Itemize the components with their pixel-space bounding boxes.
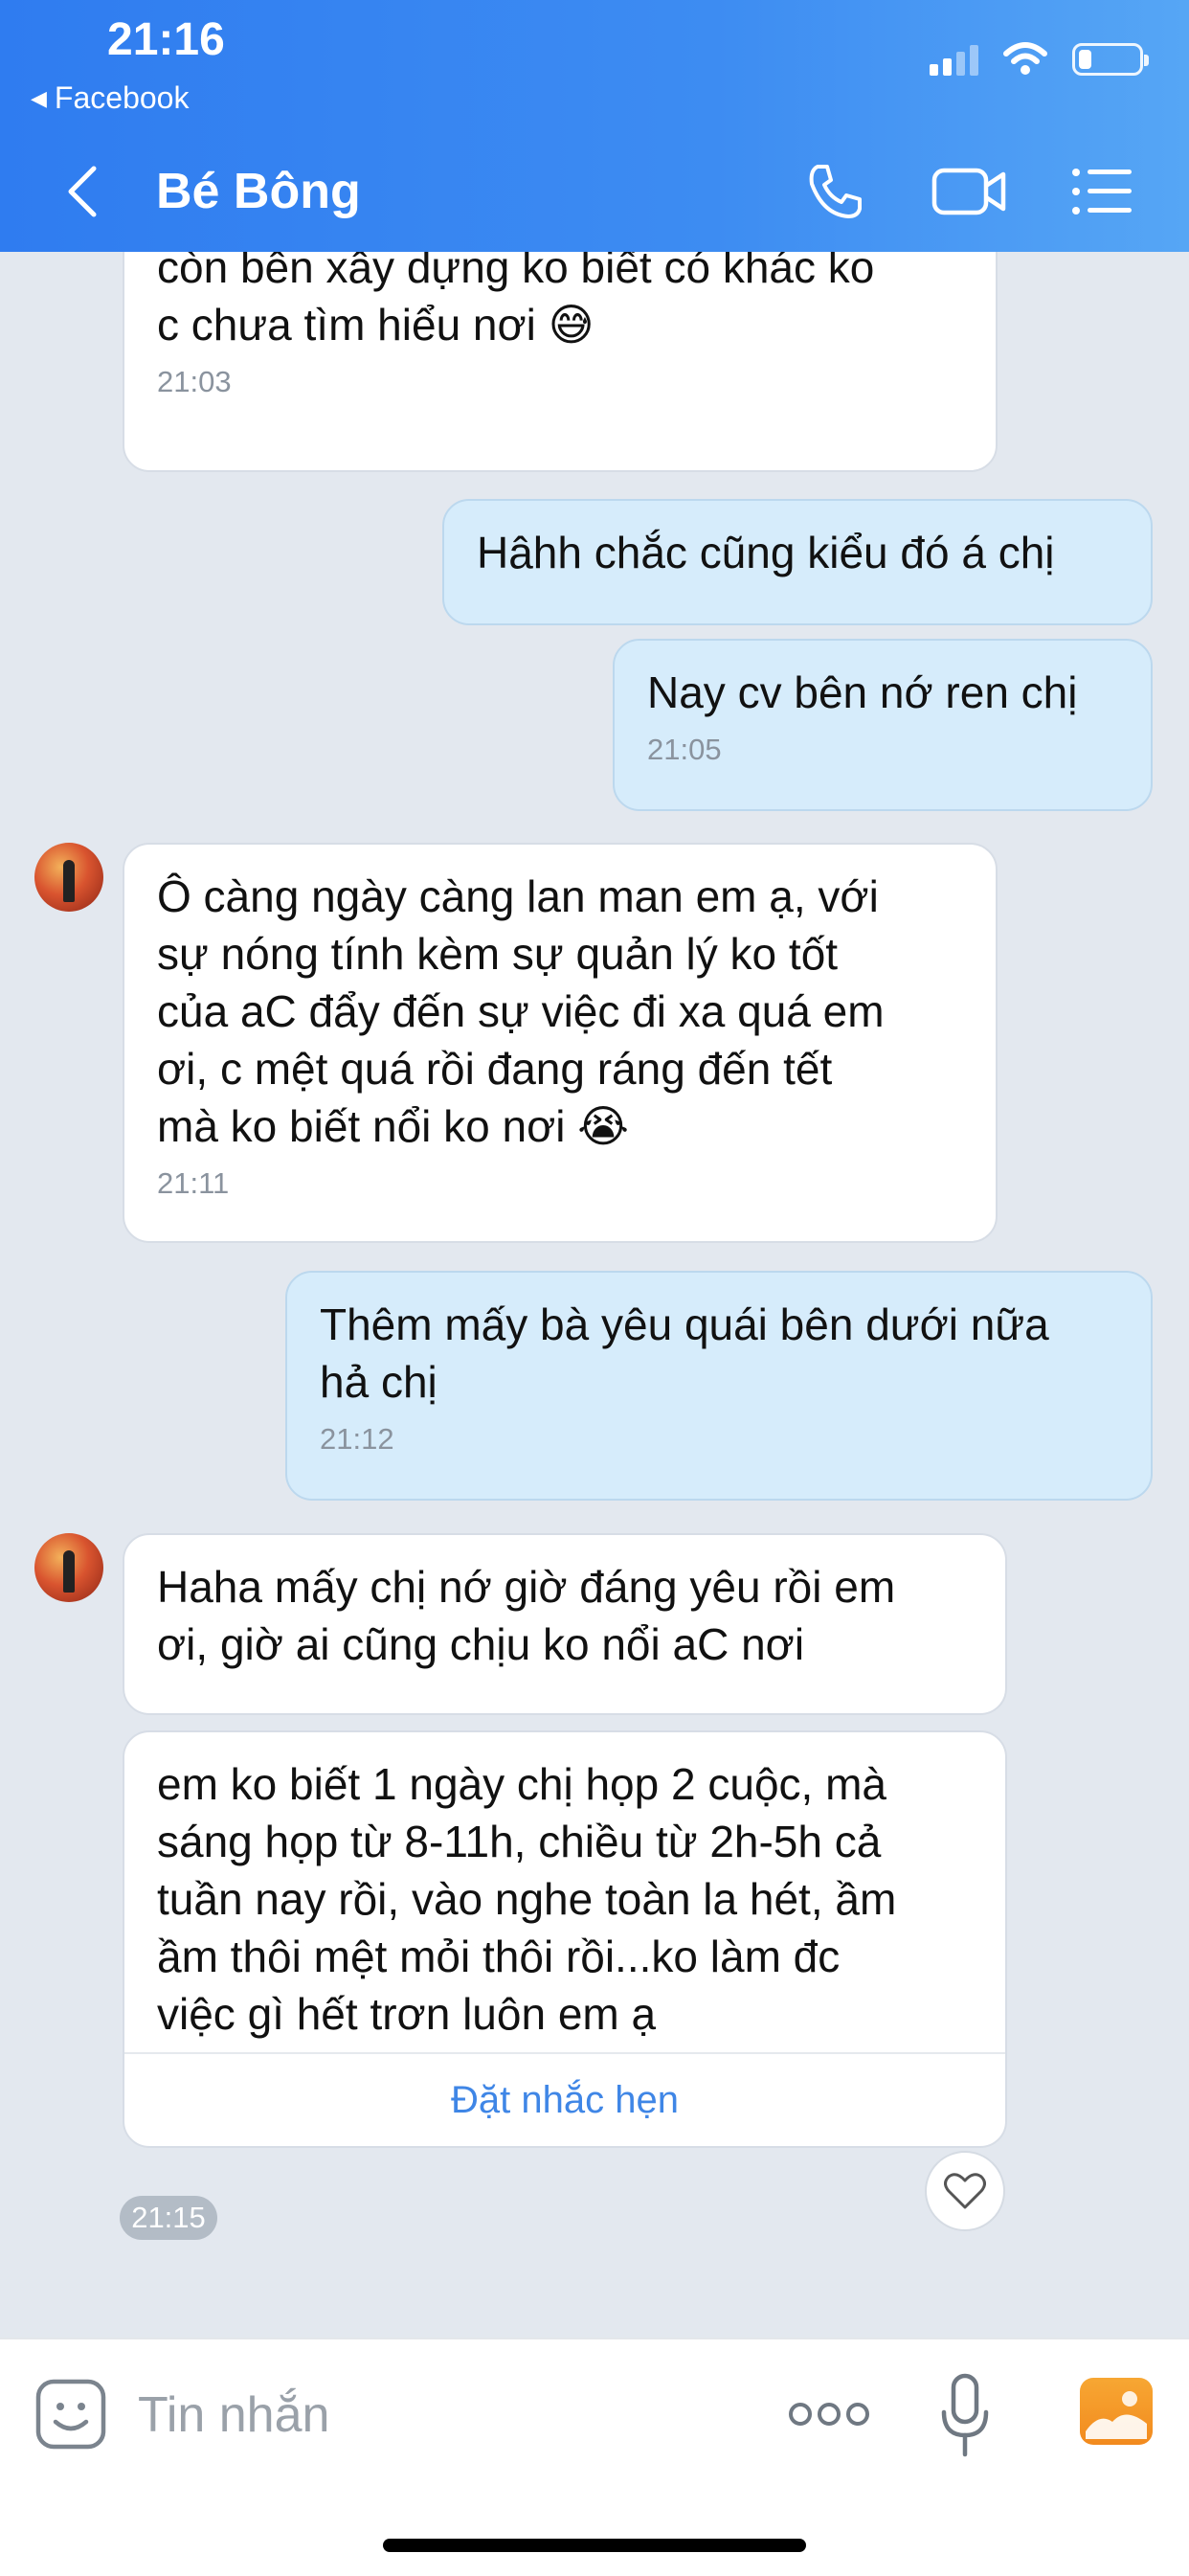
message-time: 21:03 (157, 365, 232, 398)
message-input[interactable] (136, 2378, 714, 2452)
phone-call-icon[interactable] (804, 161, 865, 222)
message-bubble-outgoing[interactable]: Nay cv bên nớ ren chị 21:05 (613, 639, 1153, 811)
image-icon (1086, 2391, 1147, 2439)
message-text: Hâhh chắc cũng kiểu đó á chị (477, 528, 1055, 577)
message-bubble-outgoing[interactable]: Hâhh chắc cũng kiểu đó á chị (442, 499, 1153, 625)
message-bubble-incoming[interactable]: Haha mấy chị nớ giờ đáng yêu rồi em ơi, … (123, 1533, 1007, 1715)
back-to-app-link[interactable]: ◀ Facebook (31, 80, 189, 116)
message-text: Thêm mấy bà yêu quái bên dưới nữa hả chị (320, 1299, 1049, 1407)
last-message-time: 21:15 (120, 2196, 217, 2240)
set-reminder-link[interactable]: Đặt nhắc hẹn (124, 2052, 1005, 2146)
message-time: 21:11 (157, 1166, 230, 1200)
message-list[interactable]: c mới làm hs thầu của dự án CNTT còn bên… (0, 252, 1189, 2338)
contact-name[interactable]: Bé Bông (156, 163, 361, 220)
message-text: c mới làm hs thầu của dự án CNTT còn bên… (157, 252, 875, 350)
menu-list-icon[interactable] (1070, 165, 1133, 218)
message-bubble-outgoing[interactable]: Thêm mấy bà yêu quái bên dưới nữa hả chị… (285, 1271, 1153, 1501)
message-text: Ô càng ngày càng lan man em ạ, với sự nó… (157, 871, 885, 1151)
back-triangle-icon: ◀ (31, 85, 47, 110)
message-time: 21:12 (320, 1422, 394, 1456)
video-call-icon[interactable] (931, 163, 1007, 220)
microphone-icon[interactable] (938, 2372, 992, 2460)
message-bubble-incoming[interactable]: em ko biết 1 ngày chị họp 2 cuộc, mà sán… (123, 1730, 1007, 2148)
cellular-signal-icon (930, 43, 978, 76)
message-bubble-incoming[interactable]: Ô càng ngày càng lan man em ạ, với sự nó… (123, 843, 998, 1243)
message-time: 21:05 (647, 733, 722, 766)
message-text: em ko biết 1 ngày chị họp 2 cuộc, mà sán… (157, 1759, 897, 2039)
status-time: 21:16 (107, 14, 225, 65)
contact-avatar[interactable] (34, 1533, 103, 1602)
back-app-label: Facebook (54, 80, 190, 115)
heart-icon (944, 2173, 986, 2209)
sticker-icon[interactable] (34, 2378, 107, 2451)
status-icons (930, 42, 1149, 77)
battery-icon (1072, 43, 1149, 76)
contact-avatar[interactable] (34, 843, 103, 912)
message-text: Haha mấy chị nớ giờ đáng yêu rồi em ơi, … (157, 1562, 896, 1669)
gallery-icon[interactable] (1080, 2378, 1153, 2445)
message-text: Nay cv bên nớ ren chị (647, 667, 1078, 717)
wifi-icon (1003, 42, 1047, 75)
back-chevron-icon[interactable] (59, 163, 107, 220)
message-bubble-incoming[interactable]: c mới làm hs thầu của dự án CNTT còn bên… (123, 252, 998, 472)
more-options-icon[interactable] (787, 2395, 871, 2433)
react-heart-button[interactable] (925, 2151, 1005, 2231)
chat-header: 21:16 ◀ Facebook Bé Bông (0, 0, 1189, 252)
home-indicator (383, 2539, 806, 2552)
